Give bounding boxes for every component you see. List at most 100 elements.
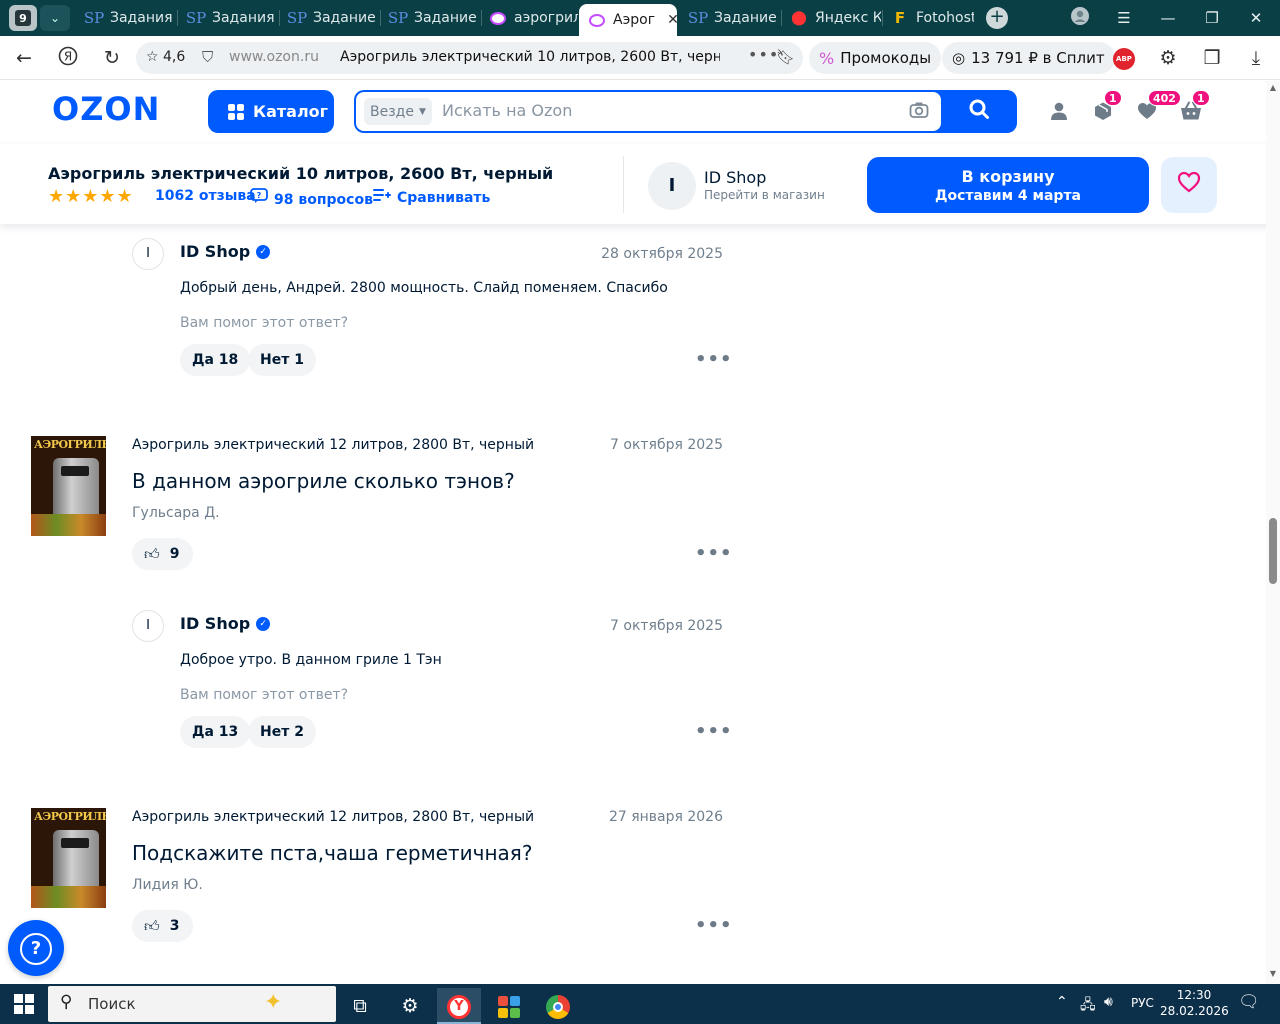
catalog-button[interactable]: Каталог [208, 90, 334, 133]
close-window-icon[interactable]: ✕ [1244, 6, 1268, 30]
search-submit-button[interactable] [952, 98, 1006, 126]
svg-text:Я: Я [64, 50, 72, 64]
tab-label: Аэрог [613, 12, 656, 28]
browser-tab[interactable]: SP Задания [178, 4, 278, 32]
more-options-icon[interactable]: ••• [695, 917, 732, 937]
more-options-icon[interactable]: ••• [695, 351, 732, 371]
shield-icon[interactable]: ⛉ [202, 48, 213, 66]
restore-icon[interactable]: ❐ [1200, 6, 1224, 30]
more-dots-icon[interactable]: ••• [748, 45, 779, 64]
shop-avatar[interactable]: I [648, 162, 696, 210]
product-thumbnail[interactable]: АЭРОГРИЛЬ [31, 808, 106, 908]
menu-icon[interactable]: ☰ [1112, 6, 1136, 30]
reload-icon[interactable]: ↻ [100, 46, 124, 70]
promocodes-button[interactable]: % Промокоды [809, 42, 942, 74]
help-button[interactable]: ? [8, 920, 64, 976]
question-product[interactable]: Аэрогриль электрический 12 литров, 2800 … [132, 809, 534, 825]
browser-tab[interactable]: SP Задание [279, 4, 379, 32]
network-icon[interactable]: 🖧︎ [1080, 994, 1096, 1018]
question-product[interactable]: Аэрогриль электрический 12 литров, 2800 … [132, 437, 534, 453]
like-count: 9 [169, 546, 180, 562]
browser-tab[interactable]: F Fotohosti [882, 4, 974, 32]
add-to-cart-label: В корзину [961, 167, 1055, 186]
scrollbar-thumb[interactable] [1269, 518, 1277, 584]
volume-icon[interactable]: 🔊︎ [1104, 994, 1113, 1010]
vote-yes-button[interactable]: Да 13 [180, 716, 251, 748]
add-favorite-button[interactable] [1161, 157, 1217, 213]
clock[interactable]: 12:30 28.02.2026 [1160, 987, 1229, 1019]
page-scrollbar[interactable]: ▲ ▼ [1266, 81, 1280, 984]
search-input[interactable] [442, 101, 902, 120]
split-button[interactable]: ◎ 13 791 ₽ в Сплит [942, 42, 1115, 74]
yandex-logo-icon[interactable]: Я [56, 46, 80, 70]
questions-link[interactable]: ? 98 вопросов [250, 188, 373, 208]
answer-author[interactable]: ID Shop ✓ [180, 242, 271, 261]
scroll-up-icon[interactable]: ▲ [1268, 83, 1278, 92]
helpful-prompt: Вам помог этот ответ? [180, 687, 349, 703]
answer-avatar: I [132, 238, 164, 270]
tab-counter-button[interactable]: 9 [9, 5, 37, 31]
ozon-logo[interactable]: OZON [52, 90, 160, 128]
new-tab-button[interactable]: + [986, 7, 1008, 29]
tab-label: Яндекс К [815, 10, 881, 26]
back-arrow-icon[interactable]: ← [12, 46, 36, 70]
notifications-icon[interactable]: 🗨︎ [1238, 992, 1260, 1012]
photos-app-icon[interactable] [487, 988, 531, 1024]
language-indicator[interactable]: РУС [1131, 996, 1154, 1010]
browser-tab-active[interactable]: Аэрог ✕ [579, 4, 677, 36]
split-label: 13 791 ₽ в Сплит [971, 49, 1105, 67]
site-rating[interactable]: ☆ 4,6 [146, 49, 185, 65]
catalog-label: Каталог [253, 102, 329, 121]
like-button[interactable]: 👍︎ 3 [132, 910, 194, 942]
minimize-icon[interactable]: — [1156, 6, 1180, 30]
url-bar[interactable]: ☆ 4,6 ⛉ www.ozon.ru Аэрогриль электричес… [136, 42, 803, 74]
like-button[interactable]: 👍︎ 9 [132, 538, 194, 570]
search-scope-select[interactable]: Везде ▼ [364, 98, 432, 125]
settings-gear-icon[interactable]: ⚙︎ [388, 988, 432, 1024]
vote-yes-button[interactable]: Да 18 [180, 344, 251, 376]
browser-tab[interactable]: SP Задания [76, 4, 176, 32]
sticky-product-bar: Аэрогриль электрический 10 литров, 2600 … [0, 144, 1280, 224]
vote-no-button[interactable]: Нет 1 [248, 344, 316, 376]
tab-label: Задание [313, 10, 376, 26]
more-options-icon[interactable]: ••• [695, 723, 732, 743]
collections-icon[interactable]: ❒ [1200, 46, 1224, 70]
delivery-date: Доставим 4 марта [934, 188, 1082, 204]
answer-text: Доброе утро. В данном гриле 1 Тэн [180, 652, 442, 668]
browser-tab[interactable]: ⬤ Яндекс К [781, 4, 881, 32]
chrome-icon[interactable] [536, 988, 580, 1024]
percent-icon: % [819, 48, 835, 68]
close-icon[interactable]: ✕ [667, 12, 677, 28]
promocodes-label: Промокоды [840, 49, 932, 67]
more-options-icon[interactable]: ••• [695, 545, 732, 565]
shop-link[interactable]: Перейти в магазин [704, 188, 825, 202]
browser-tab[interactable]: SP Задание [680, 4, 780, 32]
browser-tab[interactable]: SP Задание [380, 4, 480, 32]
extensions-icon[interactable]: ⚙︎ [1156, 46, 1180, 70]
vote-no-button[interactable]: Нет 2 [248, 716, 316, 748]
yandex-browser-icon[interactable]: Y [437, 988, 481, 1024]
search-scope-label: Везде [370, 103, 414, 120]
add-to-cart-button[interactable]: В корзину Доставим 4 марта [867, 157, 1149, 213]
profile-icon[interactable] [1068, 6, 1092, 30]
adblock-icon[interactable]: ABP [1113, 48, 1135, 70]
scroll-down-icon[interactable]: ▼ [1268, 969, 1278, 978]
shop-name[interactable]: ID Shop [704, 168, 766, 187]
chevron-up-icon[interactable]: ⌃ [1056, 994, 1068, 1010]
compare-link[interactable]: Сравнивать [373, 188, 490, 206]
answer-author-name: ID Shop [180, 242, 251, 261]
reviews-link[interactable]: 1062 отзыва [155, 188, 256, 204]
windows-start-icon[interactable] [14, 994, 34, 1014]
food-image [31, 514, 106, 536]
product-thumbnail[interactable]: АЭРОГРИЛЬ [31, 436, 106, 536]
bookmark-icon[interactable]: 🔖︎ [776, 48, 795, 66]
camera-icon[interactable] [909, 101, 929, 121]
food-image [31, 886, 106, 908]
taskbar-search[interactable]: ⚲ Поиск ✦ [48, 986, 336, 1022]
browser-tab[interactable]: аэрогрил [480, 4, 578, 32]
user-icon[interactable] [1047, 101, 1071, 125]
download-icon[interactable]: ⤓ [1244, 46, 1268, 70]
tabs-dropdown-button[interactable]: ⌄ [40, 5, 70, 31]
task-view-icon[interactable]: ⧉ [338, 988, 382, 1024]
answer-author[interactable]: ID Shop ✓ [180, 614, 271, 633]
